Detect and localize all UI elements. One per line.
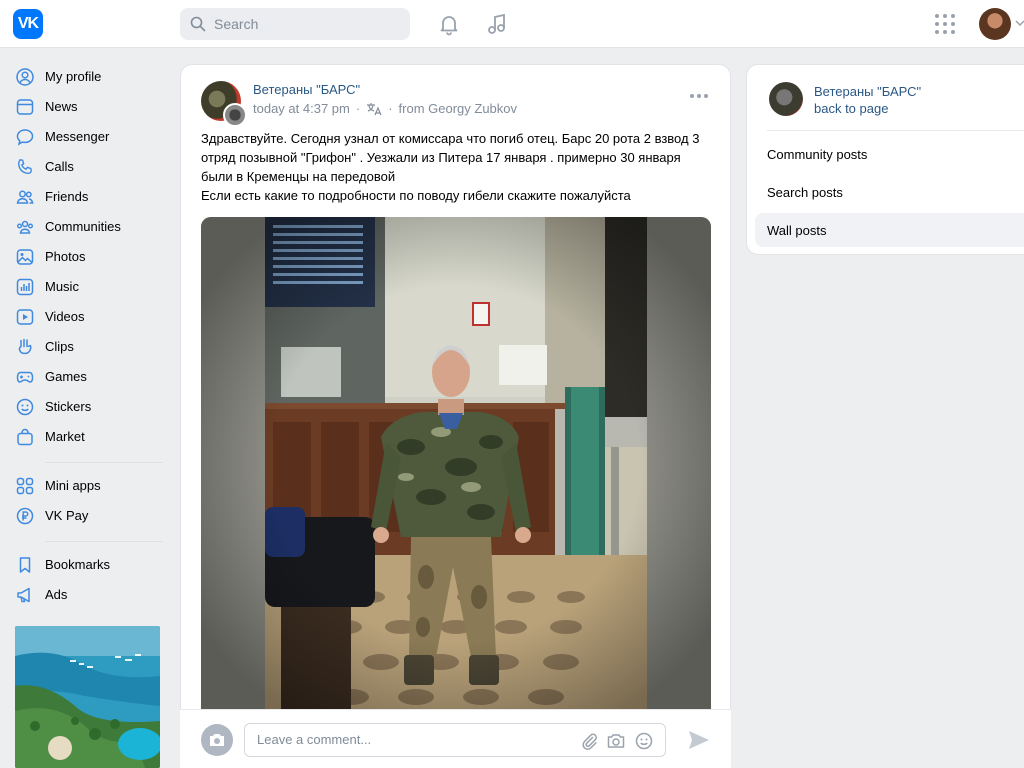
sidebar-ad-image[interactable] [15, 626, 160, 768]
clips-icon [18, 338, 32, 355]
sidebar-item-music[interactable]: Music [0, 272, 170, 302]
camera-icon [210, 734, 224, 746]
sidebar-item-photos[interactable]: Photos [0, 242, 170, 272]
community-avatar[interactable] [769, 82, 803, 116]
sidebar-item-label: Bookmarks [45, 557, 111, 572]
photo-icon [16, 249, 34, 265]
sidebar-item-stickers[interactable]: Stickers [0, 392, 170, 422]
filter-community-posts[interactable]: Community posts [755, 137, 1024, 171]
send-icon[interactable] [688, 730, 710, 750]
translate-icon[interactable] [366, 102, 382, 116]
sidebar-item-label: Friends [45, 189, 89, 204]
panel-divider [767, 130, 1024, 131]
sidebar-item-market[interactable]: Market [0, 422, 170, 452]
sidebar-item-bookmarks[interactable]: Bookmarks [0, 550, 170, 580]
user-avatar[interactable] [979, 8, 1011, 40]
apps-grid-icon[interactable] [933, 12, 957, 36]
sidebar-item-label: Ads [45, 587, 68, 602]
post-text-paragraph: Если есть какие то подробности по поводу… [201, 188, 631, 203]
sidebar-item-news[interactable]: News [0, 92, 170, 122]
sidebar-item-label: Communities [45, 219, 121, 234]
right-panel: Ветераны "БАРС" back to page Community p… [746, 64, 1024, 255]
friends-icon [16, 190, 34, 204]
post-author-link[interactable]: Ветераны "БАРС" [253, 82, 360, 97]
bookmark-icon [19, 557, 31, 573]
post-time[interactable]: today at 4:37 pm [253, 101, 350, 116]
attach-icon[interactable] [580, 732, 598, 750]
user-circle-icon [16, 68, 34, 86]
search-box[interactable] [180, 8, 410, 40]
sidebar-divider [45, 541, 163, 542]
search-input[interactable] [214, 16, 394, 32]
grid-icon [16, 477, 34, 495]
sidebar-item-vk-pay[interactable]: VK Pay [0, 501, 170, 531]
sidebar-item-label: Calls [45, 159, 74, 174]
back-to-page-link[interactable]: back to page [814, 101, 888, 116]
sidebar-item-label: Games [45, 369, 87, 384]
phone-icon [17, 159, 32, 175]
filter-search-posts[interactable]: Search posts [755, 175, 1024, 209]
meta-separator: · [388, 101, 393, 116]
vk-logo[interactable]: VK [13, 9, 43, 39]
sidebar-item-label: My profile [45, 69, 102, 84]
meta-separator: · [355, 101, 361, 116]
ruble-icon [16, 507, 34, 525]
post-meta: today at 4:37 pm · · from Georgy Zubkov [253, 101, 517, 116]
sidebar-item-ads[interactable]: Ads [0, 580, 170, 610]
sidebar-item-label: Photos [45, 249, 86, 264]
sidebar-item-label: Market [45, 429, 85, 444]
comment-input-box[interactable] [244, 723, 666, 757]
sidebar-item-label: Music [45, 279, 79, 294]
music-note-icon[interactable] [485, 12, 509, 36]
sidebar-item-label: Videos [45, 309, 85, 324]
post-text: Здравствуйте. Сегодня узнал от комиссара… [201, 129, 711, 205]
wall-post: Ветераны "БАРС" today at 4:37 pm · · fro… [180, 64, 731, 768]
sidebar-item-label: Messenger [45, 129, 110, 144]
sidebar-item-messenger[interactable]: Messenger [0, 122, 170, 152]
top-bar: VK [0, 0, 1024, 48]
bell-icon[interactable] [437, 12, 461, 36]
communities-icon [17, 220, 33, 234]
chevron-down-icon[interactable] [1015, 18, 1024, 28]
sidebar-item-mini-apps[interactable]: Mini apps [0, 471, 170, 501]
filter-wall-posts[interactable]: Wall posts [755, 213, 1024, 247]
sidebar-item-calls[interactable]: Calls [0, 152, 170, 182]
sidebar-divider [45, 462, 163, 463]
post-text-paragraph: Здравствуйте. Сегодня узнал от комиссара… [201, 131, 700, 184]
sidebar-item-label: VK Pay [45, 508, 89, 523]
megaphone-icon [17, 587, 30, 603]
author-avatar[interactable] [223, 103, 247, 127]
sidebar-item-label: Clips [45, 339, 74, 354]
search-icon [190, 16, 206, 32]
comment-input[interactable] [257, 732, 577, 747]
sidebar-item-clips[interactable]: Clips [0, 332, 170, 362]
post-photo[interactable] [201, 217, 711, 711]
news-icon [16, 99, 34, 115]
comment-bar [180, 709, 731, 768]
sidebar-item-label: Mini apps [45, 478, 101, 493]
video-icon [16, 309, 34, 325]
chat-bubble-icon [16, 129, 34, 146]
sidebar-item-label: Stickers [45, 399, 92, 414]
music-icon [16, 278, 34, 296]
more-options-icon[interactable] [689, 93, 709, 99]
sidebar-item-friends[interactable]: Friends [0, 182, 170, 212]
emoji-icon[interactable] [635, 732, 653, 750]
post-source[interactable]: from Georgy Zubkov [399, 101, 518, 116]
bag-icon [17, 428, 33, 446]
sidebar-item-my-profile[interactable]: My profile [0, 62, 170, 92]
sidebar-item-communities[interactable]: Communities [0, 212, 170, 242]
community-name-link[interactable]: Ветераны "БАРС" [814, 84, 921, 99]
photo-camera-icon[interactable] [607, 732, 625, 750]
gamepad-icon [16, 371, 34, 383]
smile-icon [16, 398, 34, 416]
sidebar-item-games[interactable]: Games [0, 362, 170, 392]
sidebar-item-videos[interactable]: Videos [0, 302, 170, 332]
sidebar-item-label: News [45, 99, 78, 114]
my-avatar-placeholder[interactable] [201, 724, 233, 756]
